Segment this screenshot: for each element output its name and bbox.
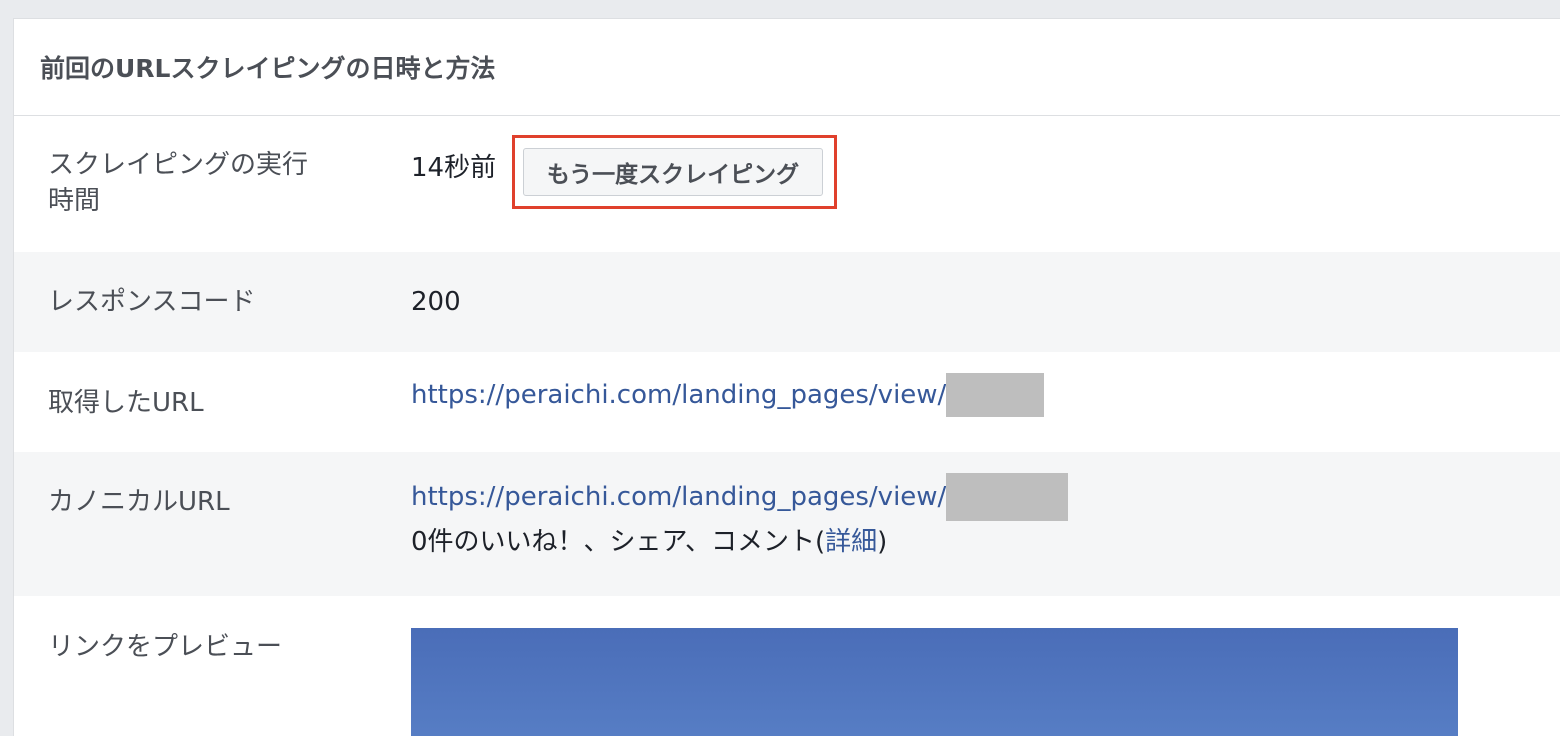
response-code-value: 200 <box>411 287 461 317</box>
link-preview-label: リンクをプレビュー <box>48 632 283 662</box>
link-preview-image[interactable] <box>411 628 1463 736</box>
response-code-label: レスポンスコード <box>48 287 256 317</box>
scrape-info-panel: 前回のURLスクレイピングの日時と方法 スクレイピングの実行 時間 14秒前 も… <box>13 18 1560 736</box>
fetched-url-value: https://peraichi.com/landing_pages/view/ <box>411 373 1045 417</box>
scrape-time-value: 14秒前 <box>411 153 497 183</box>
redacted-block <box>946 373 1045 417</box>
canonical-url-value: https://peraichi.com/landing_pages/view/… <box>411 473 1069 560</box>
redacted-block <box>946 473 1069 521</box>
scrape-time-label: スクレイピングの実行 時間 <box>48 150 309 216</box>
canonical-url-link[interactable]: https://peraichi.com/landing_pages/view/ <box>411 482 946 512</box>
panel-title: 前回のURLスクレイピングの日時と方法 <box>14 19 1560 116</box>
details-link[interactable]: 詳細 <box>825 527 877 557</box>
highlight-box: もう一度スクレイピング <box>512 135 837 209</box>
fetched-url-row: 取得したURL https://peraichi.com/landing_pag… <box>14 352 1560 452</box>
scrape-time-row: スクレイピングの実行 時間 14秒前 もう一度スクレイピング <box>14 117 1560 252</box>
canonical-url-row: カノニカルURL https://peraichi.com/landing_pa… <box>14 452 1560 596</box>
response-code-row: レスポンスコード 200 <box>14 252 1560 352</box>
rescrape-button[interactable]: もう一度スクレイピング <box>523 148 823 196</box>
link-preview-row: リンクをプレビュー <box>14 596 1560 736</box>
engagement-stats: 0件のいいね！、シェア、コメント(詳細) <box>411 527 888 557</box>
fetched-url-link[interactable]: https://peraichi.com/landing_pages/view/ <box>411 380 946 410</box>
canonical-url-label: カノニカルURL <box>48 487 230 517</box>
fetched-url-label: 取得したURL <box>48 388 204 418</box>
